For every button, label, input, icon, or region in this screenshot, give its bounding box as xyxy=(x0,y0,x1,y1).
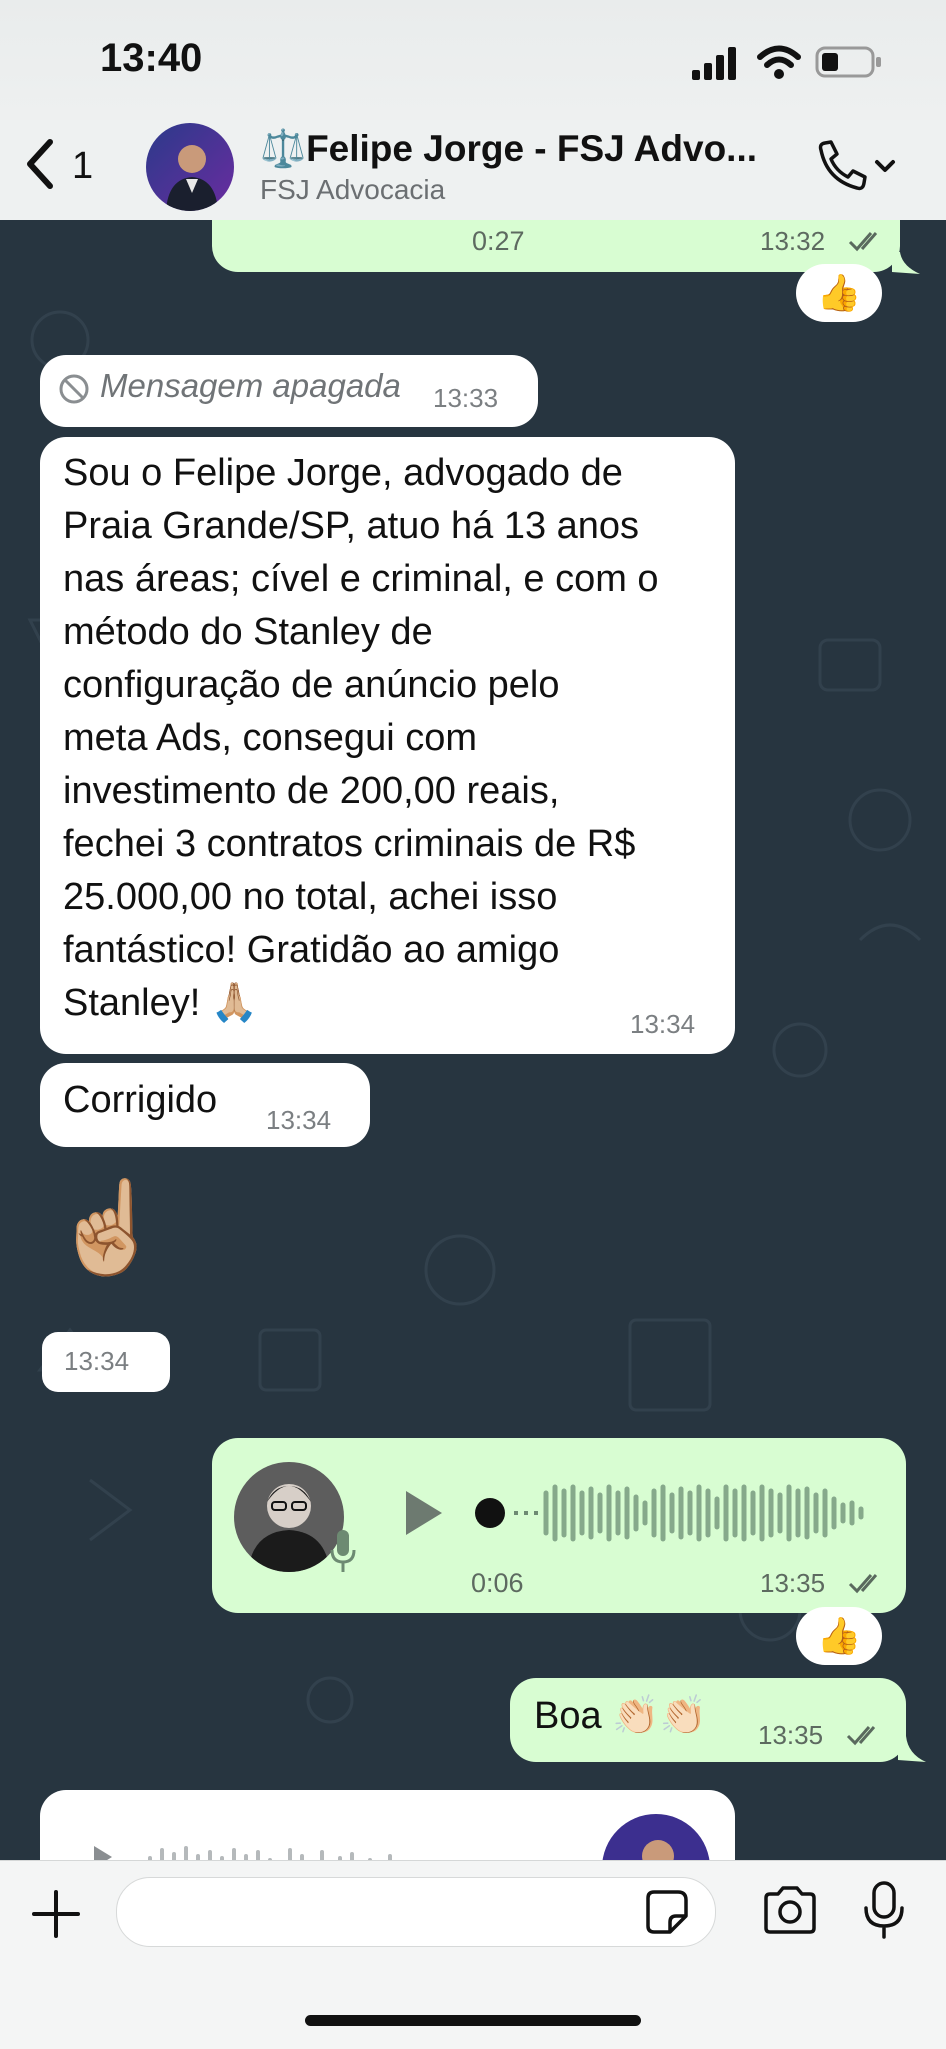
message-text: Boa 👏🏻👏🏻 xyxy=(534,1695,707,1737)
message-line: 25.000,00 no total, achei isso xyxy=(63,876,558,918)
voice-message-bubble[interactable]: 0:27 13:32 xyxy=(212,220,900,272)
voice-sender-avatar xyxy=(602,1814,710,1860)
read-ticks-icon xyxy=(846,1726,876,1746)
thumbs-up-icon: 👍 xyxy=(816,272,862,313)
deleted-message-text: Mensagem apagada xyxy=(100,367,401,404)
chevron-down-icon xyxy=(875,160,895,172)
wifi-icon xyxy=(757,45,801,79)
read-ticks-icon xyxy=(848,232,878,252)
chat-area[interactable]: 0:27 13:32 👍 Mensagem apagada 13:33 Sou … xyxy=(0,220,946,1860)
voice-waveform[interactable] xyxy=(474,1483,884,1543)
message-time: 13:34 xyxy=(64,1346,130,1376)
message-line: Praia Grande/SP, atuo há 13 anos xyxy=(63,505,640,547)
contact-subtitle[interactable]: FSJ Advocacia xyxy=(260,174,445,206)
emoji-timestamp-pill: 13:34 xyxy=(42,1332,170,1392)
message-time: 13:33 xyxy=(433,383,499,413)
sticker-icon[interactable] xyxy=(642,1888,690,1936)
pointing-up-emoji[interactable]: ☝🏼 xyxy=(52,1178,164,1278)
blocked-icon xyxy=(59,374,89,404)
message-line: Sou o Felipe Jorge, advogado de xyxy=(63,452,623,494)
signal-icon xyxy=(692,47,736,80)
message-line: método do Stanley de xyxy=(63,611,433,653)
message-line: fechei 3 contratos criminais de R$ xyxy=(63,823,636,865)
message-input[interactable] xyxy=(116,1877,716,1947)
phone-icon xyxy=(818,140,867,191)
message-time: 13:35 xyxy=(760,1568,826,1598)
text-message-bubble[interactable]: Sou o Felipe Jorge, advogado de Praia Gr… xyxy=(40,437,735,1054)
deleted-message-bubble[interactable]: Mensagem apagada 13:33 xyxy=(40,355,538,427)
message-time: 13:32 xyxy=(760,226,826,256)
message-line: meta Ads, consegui com xyxy=(63,717,477,759)
bubble-tail xyxy=(898,1736,926,1762)
microphone-icon xyxy=(330,1530,356,1572)
battery-icon xyxy=(815,46,881,78)
reaction-badge[interactable]: 👍 xyxy=(796,1607,882,1665)
home-indicator xyxy=(305,2015,641,2026)
unread-count[interactable]: 1 xyxy=(72,145,93,188)
voice-message-bubble[interactable]: 0:06 13:35 xyxy=(212,1438,906,1613)
voice-waveform xyxy=(94,1846,392,1860)
call-dropdown-button[interactable] xyxy=(815,140,905,196)
message-line: fantástico! Gratidão ao amigo xyxy=(63,929,560,971)
voice-duration: 0:06 xyxy=(471,1568,524,1598)
thumbs-up-icon: 👍 xyxy=(816,1615,862,1656)
voice-message-bubble[interactable] xyxy=(40,1790,735,1860)
message-line: investimento de 200,00 reais, xyxy=(63,770,560,812)
camera-icon[interactable] xyxy=(760,1884,820,1936)
read-ticks-icon xyxy=(848,1574,878,1594)
message-time: 13:34 xyxy=(630,1009,696,1039)
voice-duration: 0:27 xyxy=(472,226,525,256)
text-message-bubble[interactable]: Corrigido 13:34 xyxy=(40,1063,370,1147)
message-time: 13:34 xyxy=(266,1105,332,1135)
text-message-bubble[interactable]: Boa 👏🏻👏🏻 13:35 xyxy=(510,1678,906,1762)
message-line: Stanley! 🙏🏼 xyxy=(63,982,259,1024)
bubble-tail xyxy=(892,252,920,274)
message-text: Corrigido xyxy=(63,1079,218,1121)
contact-avatar[interactable] xyxy=(146,123,234,211)
contact-name[interactable]: ⚖️Felipe Jorge - FSJ Advo... xyxy=(260,128,757,171)
message-line: configuração de anúncio pelo xyxy=(63,664,560,706)
play-icon[interactable] xyxy=(402,1488,446,1538)
reaction-badge[interactable]: 👍 xyxy=(796,264,882,322)
microphone-icon[interactable] xyxy=(862,1880,906,1940)
message-line: nas áreas; cível e criminal, e com o xyxy=(63,558,659,600)
plus-icon[interactable] xyxy=(30,1888,82,1940)
status-time: 13:40 xyxy=(100,36,203,80)
message-time: 13:35 xyxy=(758,1720,824,1750)
